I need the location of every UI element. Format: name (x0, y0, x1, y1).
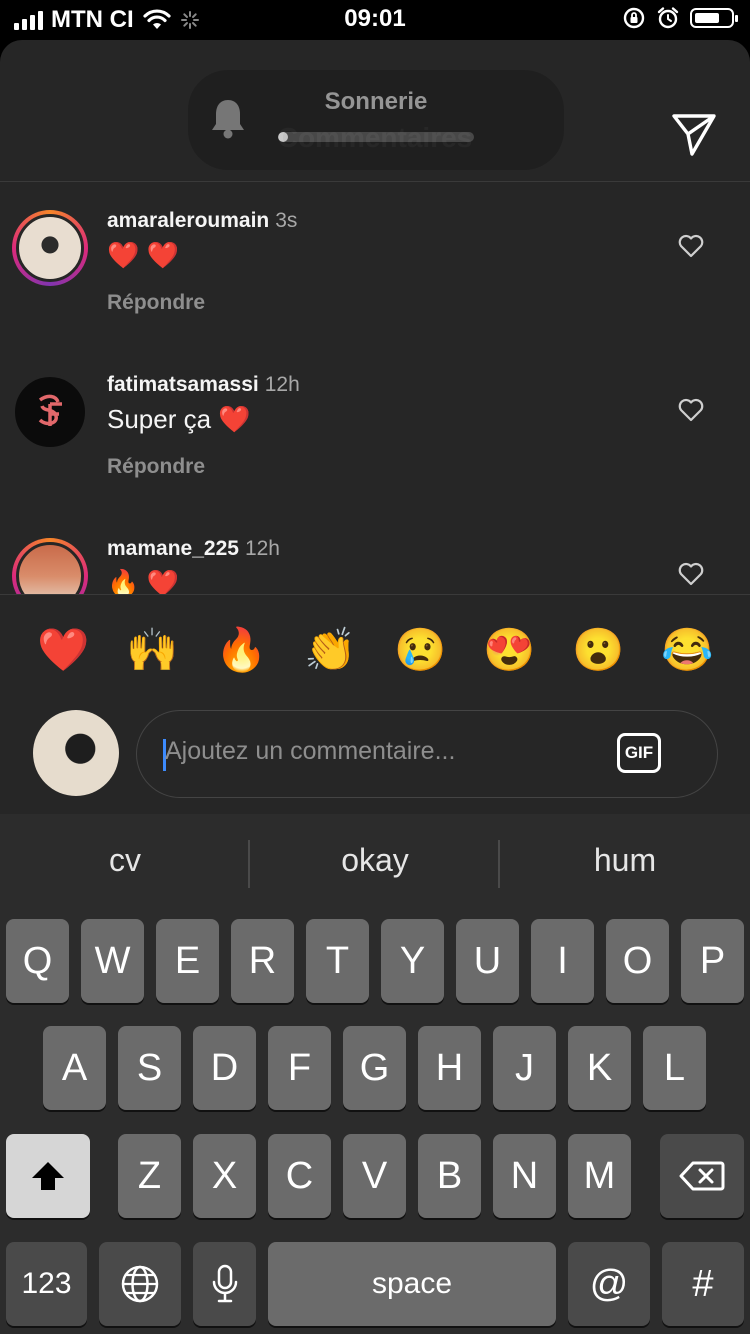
status-bar: MTN CI 09:01 (0, 0, 750, 40)
comment-text: Super ça ❤️ (107, 404, 251, 434)
key-y[interactable]: Y (381, 919, 444, 1003)
orientation-lock-icon (623, 7, 645, 29)
keyboard: cv okay hum Q W E R T Y U I O P A S D F … (0, 814, 750, 1334)
reply-button[interactable]: Répondre (107, 291, 205, 315)
avatar[interactable] (12, 210, 88, 286)
comment-time: 12h (244, 537, 280, 560)
backspace-icon (679, 1161, 725, 1191)
suggestion-2[interactable]: okay (250, 842, 500, 879)
key-o[interactable]: O (606, 919, 669, 1003)
hash-key[interactable]: # (662, 1242, 744, 1326)
at-key[interactable]: @ (568, 1242, 650, 1326)
emoji-heart-eyes-button[interactable]: 😍 (483, 625, 535, 675)
comment-header: amaraleroumain 3s (107, 209, 297, 233)
key-x[interactable]: X (193, 1134, 256, 1218)
heart-icon[interactable] (678, 234, 704, 258)
key-w[interactable]: W (81, 919, 144, 1003)
key-b[interactable]: B (418, 1134, 481, 1218)
status-right (622, 6, 738, 30)
heart-icon[interactable] (678, 398, 704, 422)
suggestion-1[interactable]: cv (0, 842, 250, 879)
gif-icon[interactable]: GIF (617, 733, 661, 773)
avatar-image (16, 542, 84, 594)
key-e[interactable]: E (156, 919, 219, 1003)
key-k[interactable]: K (568, 1026, 631, 1110)
comment-header: mamane_225 12h (107, 537, 280, 561)
key-q[interactable]: Q (6, 919, 69, 1003)
emoji-fire-button[interactable]: 🔥 (215, 625, 267, 675)
comment-input[interactable]: Ajoutez un commentaire... GIF (136, 710, 718, 798)
avatar-image (12, 374, 88, 450)
comments-sheet: Commentaires Sonnerie amaraleroumain3s ❤… (0, 40, 750, 814)
avatar[interactable] (12, 374, 88, 450)
emoji-heart-button[interactable]: ❤️ (37, 625, 89, 675)
comment-list[interactable]: amaraleroumain 3s ❤️ ❤️ Répondre fatimats… (0, 182, 750, 594)
ringer-label: Sonnerie (324, 88, 428, 115)
emoji-crying-button[interactable]: 😢 (394, 625, 446, 675)
key-v[interactable]: V (343, 1134, 406, 1218)
key-r[interactable]: R (231, 919, 294, 1003)
key-i[interactable]: I (531, 919, 594, 1003)
comment-text: 🔥 ❤️ (107, 568, 179, 594)
key-a[interactable]: A (43, 1026, 106, 1110)
avatar-image (16, 214, 84, 282)
suggestion-bar: cv okay hum (0, 814, 750, 914)
key-c[interactable]: C (268, 1134, 331, 1218)
globe-icon (121, 1265, 159, 1303)
avatar[interactable] (12, 538, 88, 594)
key-u[interactable]: U (456, 919, 519, 1003)
comment-item: mamane_225 12h 🔥 ❤️ (0, 510, 750, 594)
comment-placeholder: Ajoutez un commentaire... (165, 737, 456, 765)
key-h[interactable]: H (418, 1026, 481, 1110)
comment-item: amaraleroumain 3s ❤️ ❤️ Répondre (0, 182, 750, 346)
battery-icon (690, 8, 738, 28)
key-n[interactable]: N (493, 1134, 556, 1218)
comment-time: 3s (275, 209, 298, 232)
numbers-key[interactable]: 123 (6, 1242, 87, 1326)
emoji-clap-button[interactable]: 👏 (304, 625, 356, 675)
ringer-hud: Sonnerie (188, 70, 564, 170)
emoji-laughing-button[interactable]: 😂 (661, 625, 713, 675)
comment-header: fatimatsamassi 12h (107, 373, 300, 397)
key-z[interactable]: Z (118, 1134, 181, 1218)
comment-text: ❤️ ❤️ (107, 240, 179, 270)
key-d[interactable]: D (193, 1026, 256, 1110)
comment-username[interactable]: mamane_225 (107, 537, 239, 560)
space-key[interactable]: space (268, 1242, 556, 1326)
key-s[interactable]: S (118, 1026, 181, 1110)
shift-icon (32, 1162, 64, 1190)
avatar-logo-icon (38, 394, 62, 426)
globe-key[interactable] (99, 1242, 181, 1326)
alarm-icon (657, 7, 679, 29)
suggestion-3[interactable]: hum (500, 842, 750, 879)
current-user-avatar (33, 710, 119, 796)
key-g[interactable]: G (343, 1026, 406, 1110)
emoji-surprised-button[interactable]: 😮 (572, 625, 624, 675)
key-p[interactable]: P (681, 919, 744, 1003)
comment-item: fatimatsamassi 12h Super ça ❤️ Répondre (0, 346, 750, 510)
key-f[interactable]: F (268, 1026, 331, 1110)
comment-time: 12h (264, 373, 300, 396)
key-l[interactable]: L (643, 1026, 706, 1110)
comment-username[interactable]: fatimatsamassi (107, 373, 259, 396)
key-j[interactable]: J (493, 1026, 556, 1110)
ringer-level-fill (278, 132, 288, 142)
emoji-raised-hands-button[interactable]: 🙌 (126, 625, 178, 675)
send-icon[interactable] (670, 112, 718, 158)
comment-username[interactable]: amaraleroumain (107, 209, 269, 232)
reply-button[interactable]: Répondre (107, 455, 205, 479)
emoji-reaction-bar: ❤️ 🙌 🔥 👏 😢 😍 😮 😂 (0, 594, 750, 715)
shift-key[interactable] (6, 1134, 90, 1218)
key-t[interactable]: T (306, 919, 369, 1003)
ringer-level-bar (278, 132, 474, 142)
key-m[interactable]: M (568, 1134, 631, 1218)
heart-icon[interactable] (678, 562, 704, 586)
microphone-key[interactable] (193, 1242, 256, 1326)
mic-icon (212, 1264, 237, 1303)
backspace-key[interactable] (660, 1134, 744, 1218)
